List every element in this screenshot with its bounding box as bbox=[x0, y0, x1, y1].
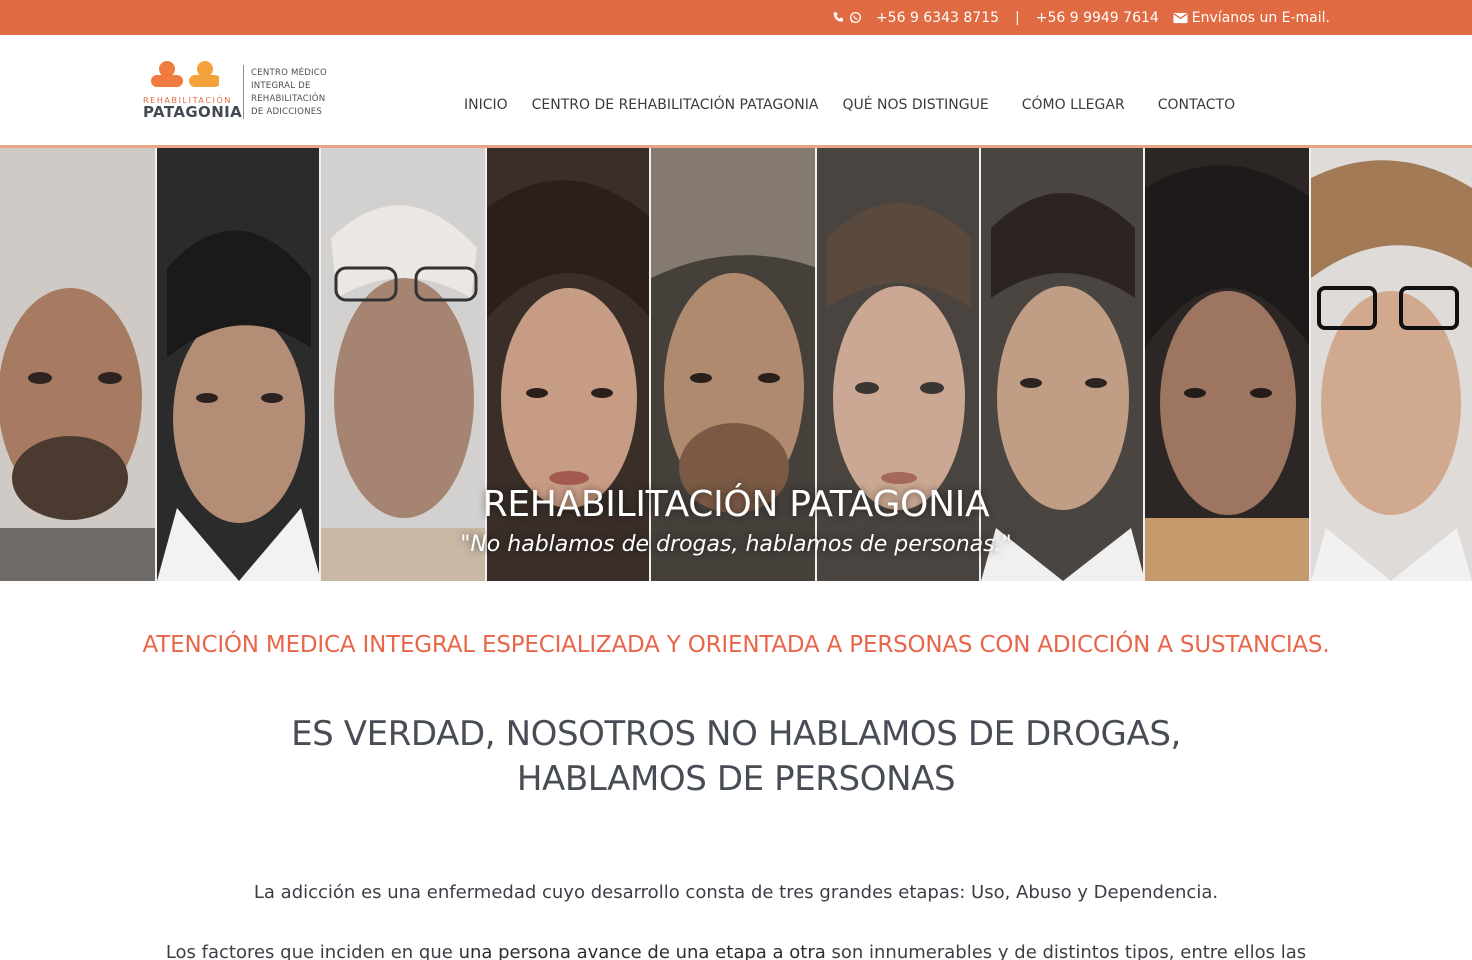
site-logo[interactable]: REHABILITACIÓN PATAGONIA CENTRO MÉDICO I… bbox=[143, 61, 343, 125]
envelope-icon bbox=[1173, 12, 1188, 23]
phone-icon bbox=[833, 12, 843, 22]
intro-paragraph: La adicción es una enfermedad cuyo desar… bbox=[253, 882, 1219, 903]
main-nav: INICIO CENTRO DE REHABILITACIÓN PATAGONI… bbox=[464, 97, 1235, 113]
logo-description: CENTRO MÉDICO INTEGRAL DE REHABILITACIÓN… bbox=[251, 67, 327, 119]
site-header: REHABILITACIÓN PATAGONIA CENTRO MÉDICO I… bbox=[0, 35, 1472, 145]
second-paragraph: Los factores que inciden en que una pers… bbox=[0, 942, 1472, 960]
tagline: ATENCIÓN MEDICA INTEGRAL ESPECIALIZADA Y… bbox=[142, 632, 1330, 658]
paragraph-text: Los factores que inciden en que bbox=[165, 942, 459, 960]
paragraph-emphasis: una persona avance de una etapa a otra bbox=[458, 942, 826, 960]
logo-name: PATAGONIA bbox=[143, 103, 243, 121]
hero-quote: "No hablamos de drogas, hablamos de pers… bbox=[460, 532, 1012, 557]
section-headline: ES VERDAD, NOSOTROS NO HABLAMOS DE DROGA… bbox=[0, 712, 1472, 802]
hero-title: REHABILITACIÓN PATAGONIA bbox=[482, 484, 990, 525]
headline-line-2: HABLAMOS DE PERSONAS bbox=[516, 759, 956, 799]
nav-item-como-llegar[interactable]: CÓMO LLEGAR bbox=[1022, 97, 1125, 113]
phone-link-2[interactable]: +56 9 9949 7614 bbox=[1036, 10, 1159, 26]
logo-desc-line: REHABILITACIÓN bbox=[251, 94, 326, 104]
nav-item-distingue[interactable]: QUÉ NOS DISTINGUE bbox=[842, 97, 988, 113]
phone-link-1[interactable]: +56 9 6343 8715 bbox=[876, 10, 999, 26]
logo-divider bbox=[243, 65, 244, 119]
nav-item-contacto[interactable]: CONTACTO bbox=[1158, 97, 1235, 113]
logo-desc-line: CENTRO MÉDICO bbox=[251, 68, 327, 78]
contact-bar: +56 9 6343 8715 | +56 9 9949 7614 Envían… bbox=[0, 0, 1472, 35]
nav-item-centro[interactable]: CENTRO DE REHABILITACIÓN PATAGONIA bbox=[532, 97, 819, 113]
headline-line-1: ES VERDAD, NOSOTROS NO HABLAMOS DE DROGA… bbox=[291, 714, 1181, 754]
email-link[interactable]: Envíanos un E-mail. bbox=[1173, 10, 1330, 26]
email-label: Envíanos un E-mail. bbox=[1191, 9, 1330, 26]
nav-item-inicio[interactable]: INICIO bbox=[464, 97, 508, 113]
logo-figures-icon bbox=[151, 61, 219, 87]
hero-banner: REHABILITACIÓN PATAGONIA "No hablamos de… bbox=[0, 145, 1472, 581]
contact-icons bbox=[832, 11, 862, 24]
logo-desc-line: DE ADICCIONES bbox=[251, 107, 323, 117]
paragraph-text: son innumerables y de distintos tipos, e… bbox=[825, 942, 1307, 960]
whatsapp-icon bbox=[849, 11, 861, 24]
logo-desc-line: INTEGRAL DE bbox=[251, 81, 311, 91]
separator: | bbox=[1015, 9, 1020, 26]
